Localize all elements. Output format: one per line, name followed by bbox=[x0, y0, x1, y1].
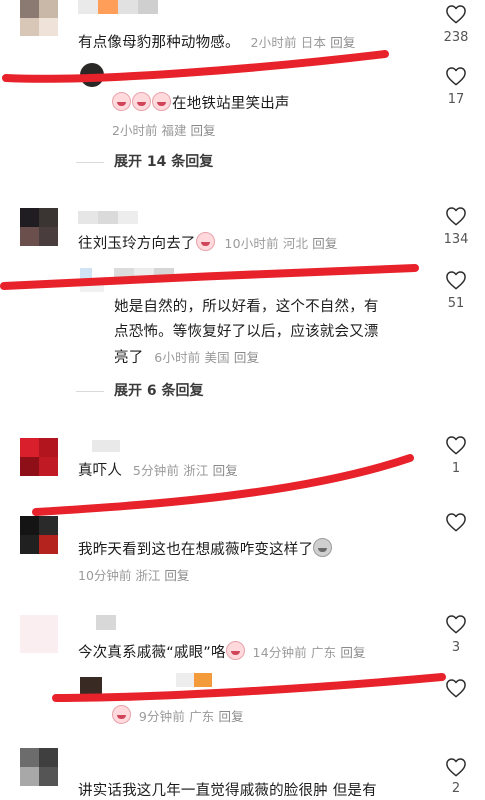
comment-text: 有点像母豹那种动物感。 2小时前 日本 回复 bbox=[78, 35, 356, 51]
like-button[interactable]: 238 bbox=[434, 4, 478, 45]
poop-emoji-icon bbox=[313, 538, 333, 557]
comment-text: 9分钟前 广东 回复 bbox=[112, 705, 248, 725]
comment-text-line: 点恐怖。等恢复好了以后，应该就会又漂 bbox=[114, 324, 379, 340]
heart-outline-icon bbox=[446, 207, 466, 226]
like-button[interactable]: 51 bbox=[434, 270, 478, 311]
comment-location: 广东 bbox=[189, 709, 215, 724]
like-button[interactable] bbox=[434, 512, 478, 532]
reply-button[interactable]: 回复 bbox=[330, 35, 355, 50]
heart-outline-icon bbox=[446, 271, 466, 290]
reply-button[interactable]: 回复 bbox=[190, 123, 215, 138]
comment-text: 往刘玉玲方向去了 10小时前 河北 回复 bbox=[78, 232, 342, 253]
avatar[interactable] bbox=[20, 208, 58, 246]
heart-outline-icon bbox=[446, 513, 466, 532]
heart-outline-icon bbox=[446, 615, 466, 634]
reply-button[interactable]: 回复 bbox=[340, 645, 365, 660]
username-censored[interactable] bbox=[78, 0, 160, 14]
reply-button[interactable]: 回复 bbox=[164, 568, 189, 583]
comment-time: 10分钟前 bbox=[78, 568, 132, 583]
laugh-cry-emoji-icon bbox=[132, 92, 151, 111]
comment-time: 2小时前 bbox=[250, 35, 297, 50]
username-censored[interactable] bbox=[78, 211, 138, 224]
avatar[interactable] bbox=[80, 268, 104, 292]
like-count: 2 bbox=[451, 781, 461, 796]
comment-text-line: 她是自然的，所以好看，这个不自然，有 bbox=[114, 299, 379, 315]
laugh-cry-emoji-icon bbox=[152, 92, 171, 111]
heart-outline-icon bbox=[446, 5, 466, 24]
comment-time: 9分钟前 bbox=[138, 709, 186, 724]
laugh-cry-emoji-icon bbox=[112, 92, 131, 111]
avatar[interactable] bbox=[20, 615, 58, 653]
expand-replies-button[interactable]: 展开 14 条回复 bbox=[76, 151, 213, 171]
red-annotation-strokes bbox=[0, 50, 446, 702]
comment-location: 日本 bbox=[300, 35, 327, 50]
avatar[interactable] bbox=[20, 0, 58, 36]
like-button[interactable]: 3 bbox=[434, 614, 478, 655]
laugh-cry-emoji-icon bbox=[195, 232, 215, 251]
username-censored[interactable] bbox=[96, 615, 116, 630]
username-censored[interactable] bbox=[92, 440, 120, 452]
like-button[interactable]: 1 bbox=[434, 435, 478, 476]
comment-text: 真吓人 5分钟前 浙江 回复 bbox=[78, 463, 238, 479]
heart-outline-icon bbox=[446, 436, 466, 455]
like-count: 238 bbox=[443, 30, 469, 45]
like-count: 1 bbox=[451, 461, 461, 476]
heart-outline-icon bbox=[446, 67, 466, 86]
reply-button[interactable]: 回复 bbox=[234, 350, 259, 365]
reply-button[interactable]: 回复 bbox=[213, 463, 238, 478]
comment-meta: 10分钟前 浙江 回复 bbox=[78, 565, 193, 584]
comment-time: 10小时前 bbox=[224, 236, 279, 251]
comment-time: 2小时前 bbox=[112, 123, 158, 138]
like-button[interactable]: 17 bbox=[434, 66, 478, 107]
heart-outline-icon bbox=[446, 758, 466, 777]
divider bbox=[76, 161, 104, 163]
comment-meta: 2小时前 福建 回复 bbox=[112, 120, 219, 139]
avatar[interactable] bbox=[20, 438, 58, 476]
heart-outline-icon bbox=[446, 679, 466, 698]
comment-time: 14分钟前 bbox=[252, 645, 307, 660]
reply-button[interactable]: 回复 bbox=[218, 709, 243, 724]
comment-location: 河北 bbox=[282, 236, 309, 251]
comment-text: 今次真系戚薇“戚眼”咯 14分钟前 广东 回复 bbox=[78, 641, 370, 662]
like-count: 51 bbox=[447, 296, 465, 311]
avatar[interactable] bbox=[20, 516, 58, 554]
reply-button[interactable]: 回复 bbox=[312, 236, 337, 251]
comment-location: 美国 bbox=[204, 350, 230, 365]
laugh-cry-emoji-icon bbox=[112, 705, 131, 724]
comment-time: 5分钟前 bbox=[132, 463, 180, 478]
expand-replies-button[interactable]: 展开 6 条回复 bbox=[76, 380, 204, 400]
divider bbox=[76, 390, 104, 392]
avatar[interactable] bbox=[20, 748, 58, 786]
comment-text: 讲实话我这几年一直觉得戚薇的脸很肿 但是有 bbox=[78, 783, 377, 799]
like-count: 17 bbox=[447, 92, 465, 107]
comment-text: 在地铁站里笑出声 bbox=[112, 92, 290, 113]
comment-text: 亮了 6小时前 美国 回复 bbox=[114, 350, 260, 366]
avatar[interactable] bbox=[80, 63, 104, 87]
username-censored[interactable] bbox=[114, 268, 174, 281]
like-button[interactable]: 134 bbox=[434, 206, 478, 247]
avatar[interactable] bbox=[80, 677, 102, 697]
laugh-cry-emoji-icon bbox=[225, 641, 245, 660]
comment-text: 我昨天看到这也在想戚薇咋变这样了 bbox=[78, 538, 333, 559]
comment-location: 浙江 bbox=[183, 463, 209, 478]
like-button[interactable]: 2 bbox=[434, 757, 478, 796]
comment-time: 6小时前 bbox=[154, 350, 201, 365]
comment-location: 广东 bbox=[310, 645, 337, 660]
like-button[interactable] bbox=[434, 678, 478, 698]
comment-location: 浙江 bbox=[135, 568, 161, 583]
like-count: 3 bbox=[451, 640, 461, 655]
comment-location: 福建 bbox=[161, 123, 187, 138]
like-count: 134 bbox=[443, 232, 469, 247]
username-censored[interactable] bbox=[176, 673, 212, 687]
